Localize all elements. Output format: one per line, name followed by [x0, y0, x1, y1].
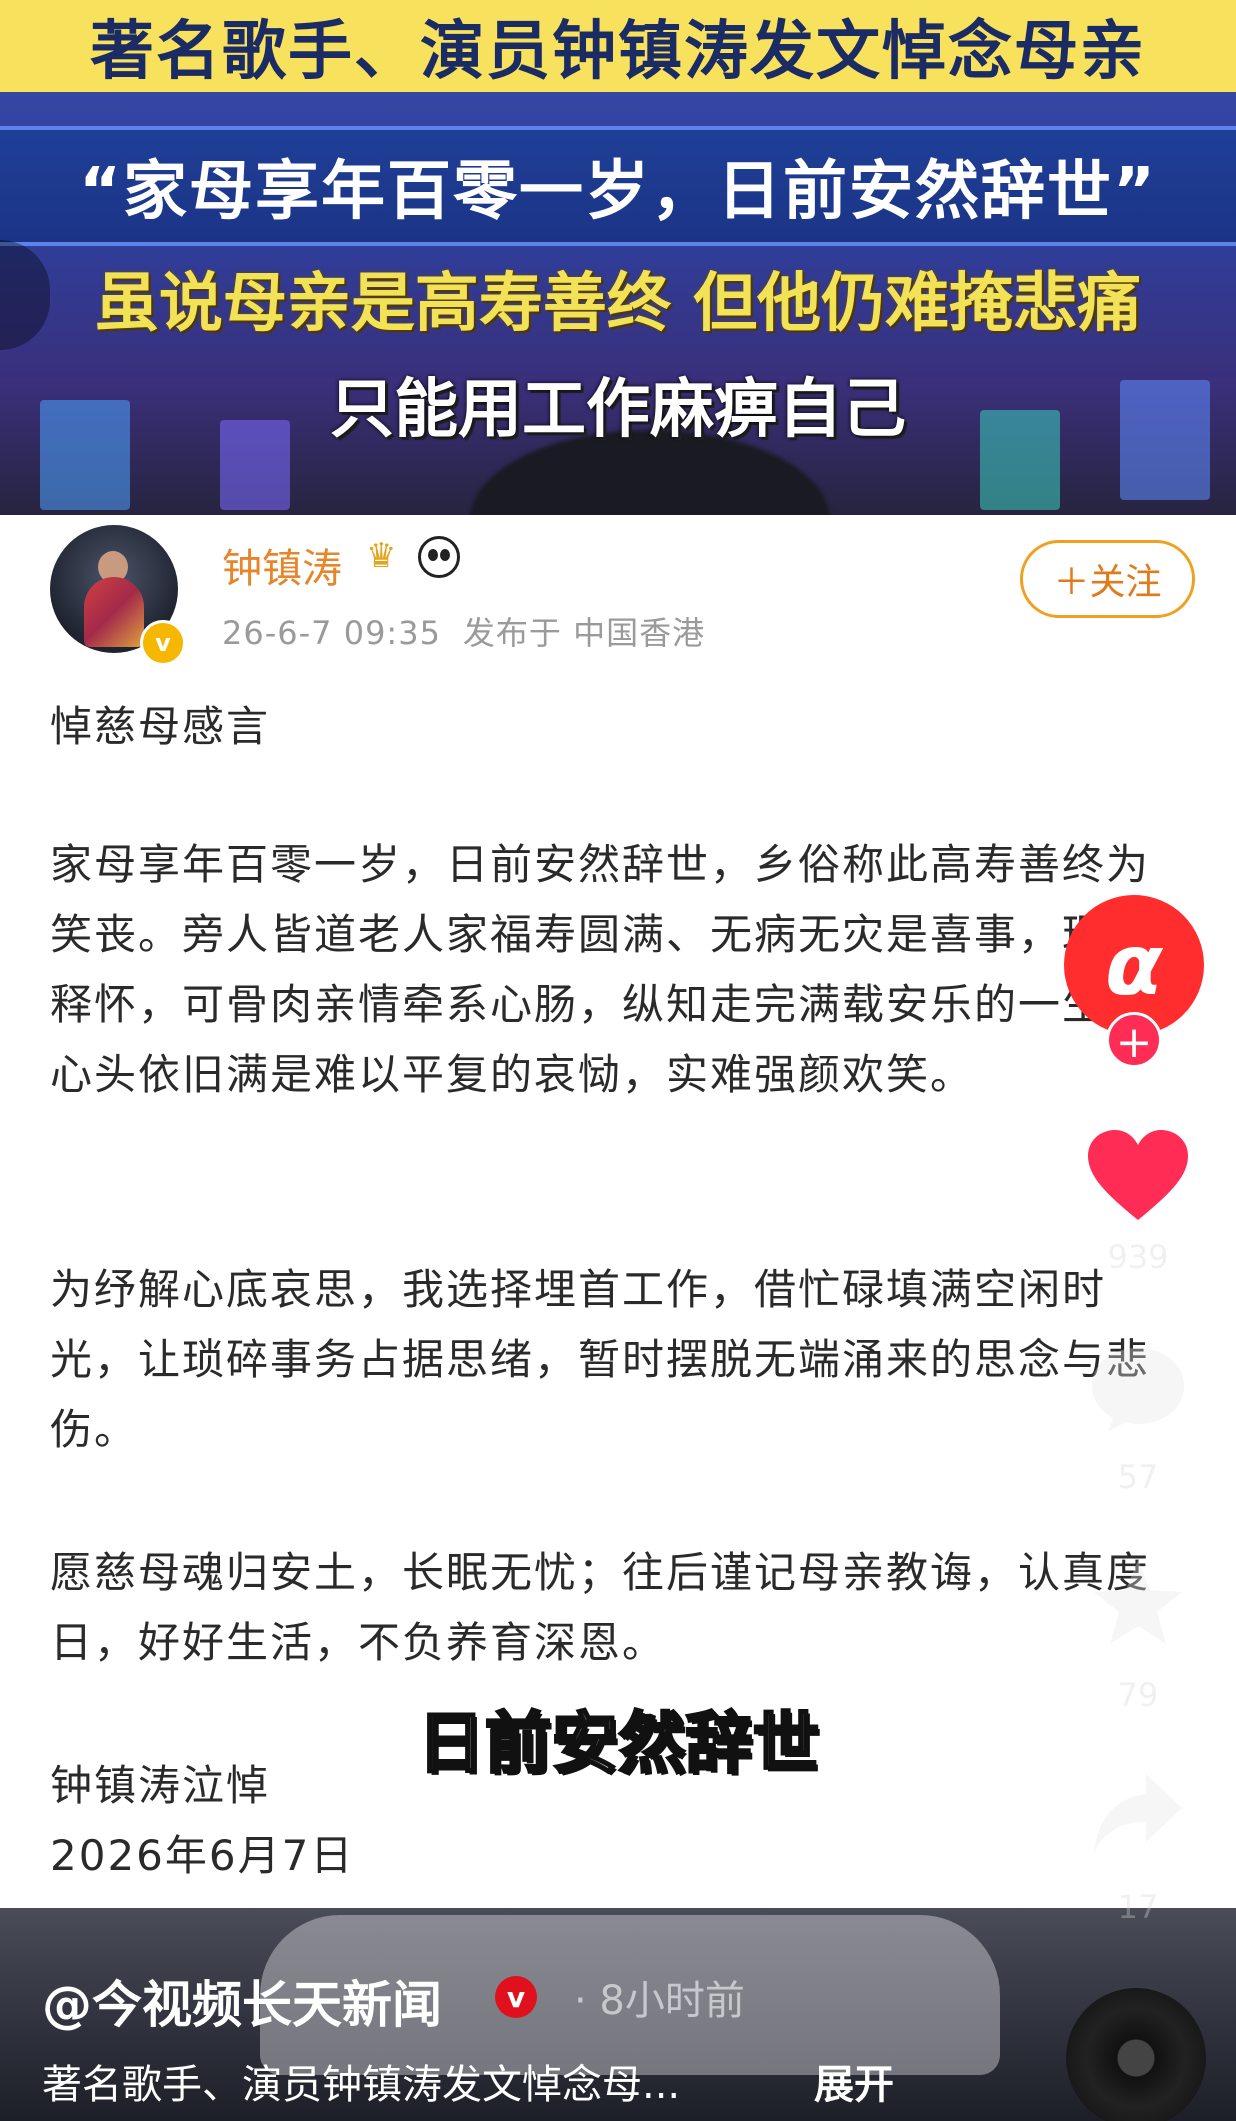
video-title: 著名歌手、演员钟镇涛发文悼念母亲: [90, 15, 1146, 89]
favorite-count: 79: [1117, 1676, 1159, 1714]
video-title-bar: 著名歌手、演员钟镇涛发文悼念母亲: [0, 0, 1236, 92]
publisher-account[interactable]: @今视频长天新闻: [42, 1965, 442, 2037]
header-video-frame: 著名歌手、演员钟镇涛发文悼念母亲 “家母享年百零一岁，日前安然辞世” 虽说母亲是…: [0, 0, 1236, 515]
subtitle-line-1: 虽说母亲是高寿善终 但他仍难掩悲痛: [94, 267, 1142, 341]
video-screen[interactable]: 著名歌手、演员钟镇涛发文悼念母亲 “家母享年百零一岁，日前安然辞世” 虽说母亲是…: [0, 0, 1236, 2121]
verified-badge-icon: v: [140, 620, 186, 666]
quote-band: “家母享年百零一岁，日前安然辞世”: [0, 126, 1236, 246]
quote-text: “家母享年百零一岁，日前安然辞世”: [78, 155, 1158, 229]
music-disc-icon[interactable]: [1066, 1988, 1206, 2121]
expand-button[interactable]: 展开: [814, 2052, 894, 2110]
post-date: 2026年6月7日: [50, 1831, 355, 1880]
publisher-verified-icon: v: [495, 1976, 537, 2018]
panda-icon: [418, 536, 460, 578]
post-meta: 26-6-7 09:35 发布于 中国香港: [222, 608, 705, 654]
star-icon[interactable]: [1090, 1556, 1186, 1648]
post-location: 发布于 中国香港: [462, 614, 706, 652]
post-signature: 钟镇涛泣悼: [50, 1761, 271, 1810]
post-timestamp: 26-6-7 09:35: [222, 614, 441, 652]
post-paragraph: 愿慈母魂归安土，长眠无忧；往后谨记母亲教诲，认真度日，好好生活，不负养育深恩。: [50, 1548, 1151, 1667]
post-paragraph: 家母享年百零一岁，日前安然辞世，乡俗称此高寿善终为笑丧。旁人皆道老人家福寿圆满、…: [50, 840, 1151, 1099]
share-icon[interactable]: [1090, 1770, 1186, 1856]
time-ago: · 8小时前: [574, 1978, 745, 2024]
comment-count: 57: [1117, 1458, 1159, 1496]
heart-icon[interactable]: [1086, 1128, 1190, 1224]
share-count: 17: [1117, 1888, 1159, 1926]
brand-glyph: α: [1105, 916, 1163, 1014]
comment-icon[interactable]: [1088, 1344, 1188, 1436]
video-caption: 日前安然辞世: [417, 1704, 821, 1784]
video-description[interactable]: 著名歌手、演员钟镇涛发文悼念母...: [42, 2052, 680, 2110]
follow-plus-button[interactable]: +: [1106, 1012, 1162, 1068]
follow-button[interactable]: ＋关注: [1020, 540, 1195, 618]
like-count: 939: [1107, 1238, 1169, 1276]
avatar-figure: [84, 577, 144, 647]
subtitle-line-2: 只能用工作麻痹自己: [330, 373, 906, 447]
author-name[interactable]: 钟镇涛: [222, 536, 342, 594]
crown-icon: ♛: [366, 536, 397, 576]
post-heading: 悼慈母感言: [50, 702, 271, 751]
post-paragraph: 为纾解心底哀思，我选择埋首工作，借忙碌填满空闲时光，让琐碎事务占据思绪，暂时摆脱…: [50, 1265, 1151, 1454]
